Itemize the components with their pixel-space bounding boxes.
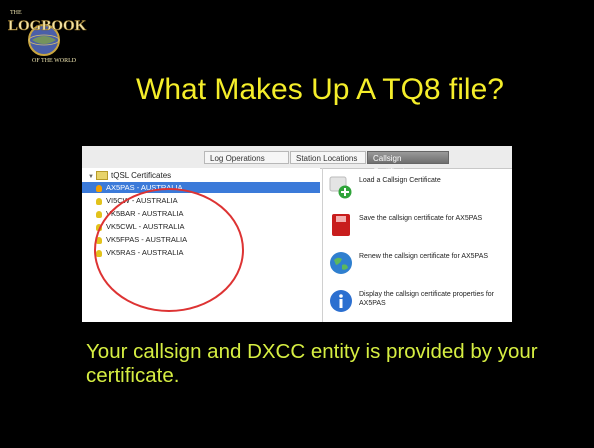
slide-title: What Makes Up A TQ8 file? (136, 73, 504, 106)
certificate-icon (96, 197, 102, 205)
renew-certificate-label: Renew the callsign certificate for AX5PA… (359, 253, 489, 260)
tree-root[interactable]: ▼ tQSL Certificates (88, 171, 172, 181)
certificate-actions-panel: Load a Callsign Certificate Save the cal… (322, 168, 512, 322)
renew-certificate-button[interactable]: Renew the callsign certificate for AX5PA… (323, 244, 512, 282)
tree-item-ax5pas[interactable]: AX5PAS - AUSTRALIA (82, 182, 320, 193)
save-certificate-button[interactable]: Save the callsign certificate for AX5PAS (323, 206, 512, 244)
load-certificate-button[interactable]: Load a Callsign Certificate (323, 168, 512, 206)
tab-station-locations[interactable]: Station Locations (290, 151, 366, 164)
save-certificate-label: Save the callsign certificate for AX5PAS (359, 215, 483, 222)
renew-globe-icon (330, 252, 352, 274)
disclosure-triangle-icon[interactable]: ▼ (88, 174, 96, 180)
tqsl-screenshot: Log Operations Station Locations Callsig… (82, 146, 512, 322)
svg-text:THE: THE (10, 10, 22, 16)
annotation-circle (94, 188, 244, 312)
tree-root-label: tQSL Certificates (111, 171, 172, 180)
load-certificate-label: Load a Callsign Certificate (359, 177, 441, 184)
folder-icon (96, 171, 108, 181)
certificate-icon (96, 184, 102, 192)
tab-log-operations[interactable]: Log Operations (204, 151, 289, 164)
certificate-tree: ▼ tQSL Certificates AX5PAS - AUSTRALIA VI… (82, 168, 320, 322)
save-certificate-icon (332, 214, 350, 236)
svg-text:OF THE WORLD: OF THE WORLD (32, 58, 77, 64)
info-icon (330, 290, 352, 312)
load-certificate-icon (329, 176, 352, 199)
certificate-icon (96, 210, 102, 218)
display-properties-button[interactable]: Display the callsign certificate propert… (323, 282, 512, 320)
slide-caption: Your callsign and DXCC entity is provide… (86, 340, 538, 387)
display-properties-label: Display the callsign certificate propert… (359, 291, 495, 307)
svg-text:LOGBOOK: LOGBOOK (8, 18, 87, 34)
tab-bar: Log Operations Station Locations Callsig… (82, 146, 512, 176)
tab-callsign-certificates[interactable]: Callsign Certificates (367, 151, 449, 176)
logbook-of-the-world-logo: THE LOGBOOK OF THE WORLD (4, 4, 96, 70)
